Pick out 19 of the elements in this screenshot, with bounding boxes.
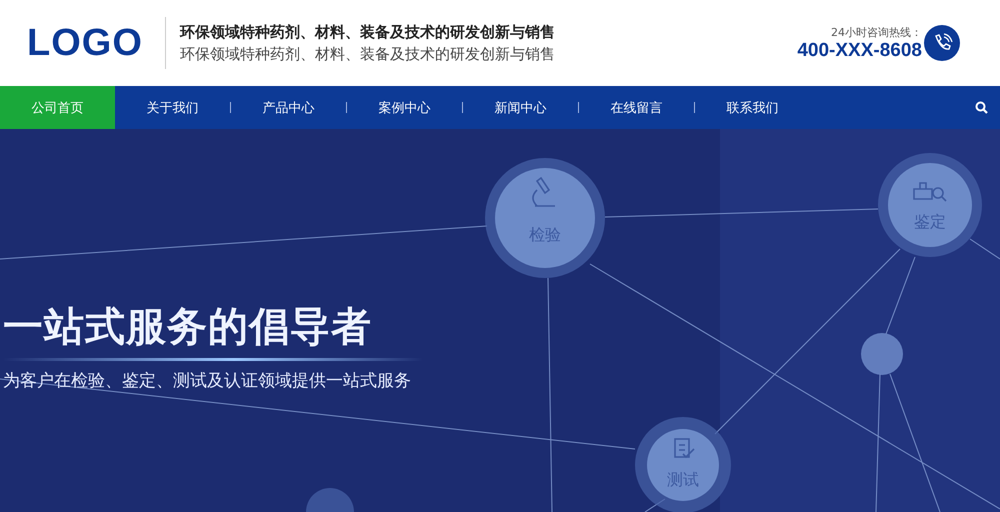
nav-link[interactable]: 新闻中心	[463, 86, 578, 129]
search-icon[interactable]	[975, 101, 988, 114]
hero-subtitle: 为客户在检验、鉴定、测试及认证领域提供一站式服务	[3, 370, 412, 392]
hotline-number: 400-XXX-8608	[797, 40, 922, 62]
nav-link[interactable]: 联系我们	[695, 86, 810, 129]
nav-link[interactable]: 在线留言	[579, 86, 694, 129]
nav-link[interactable]: 产品中心	[231, 86, 346, 129]
hotline-label: 24小时咨询热线：	[830, 24, 922, 40]
node-circle	[861, 333, 903, 375]
hero-title: 一站式服务的倡导者	[3, 303, 373, 352]
clipboard-icon	[674, 438, 695, 458]
nav-link[interactable]: 案例中心	[347, 86, 462, 129]
company-subtitle: 环保领域特种药剂、材料、装备及技术的研发创新与销售	[180, 44, 556, 64]
microscope-icon	[532, 177, 556, 207]
phone-icon	[924, 25, 960, 61]
nav-link[interactable]: 关于我们	[115, 86, 230, 129]
stamp-icon	[913, 182, 947, 202]
company-tagline: 环保领域特种药剂、材料、装备及技术的研发创新与销售	[180, 22, 556, 42]
logo[interactable]: LOGO	[27, 22, 143, 64]
